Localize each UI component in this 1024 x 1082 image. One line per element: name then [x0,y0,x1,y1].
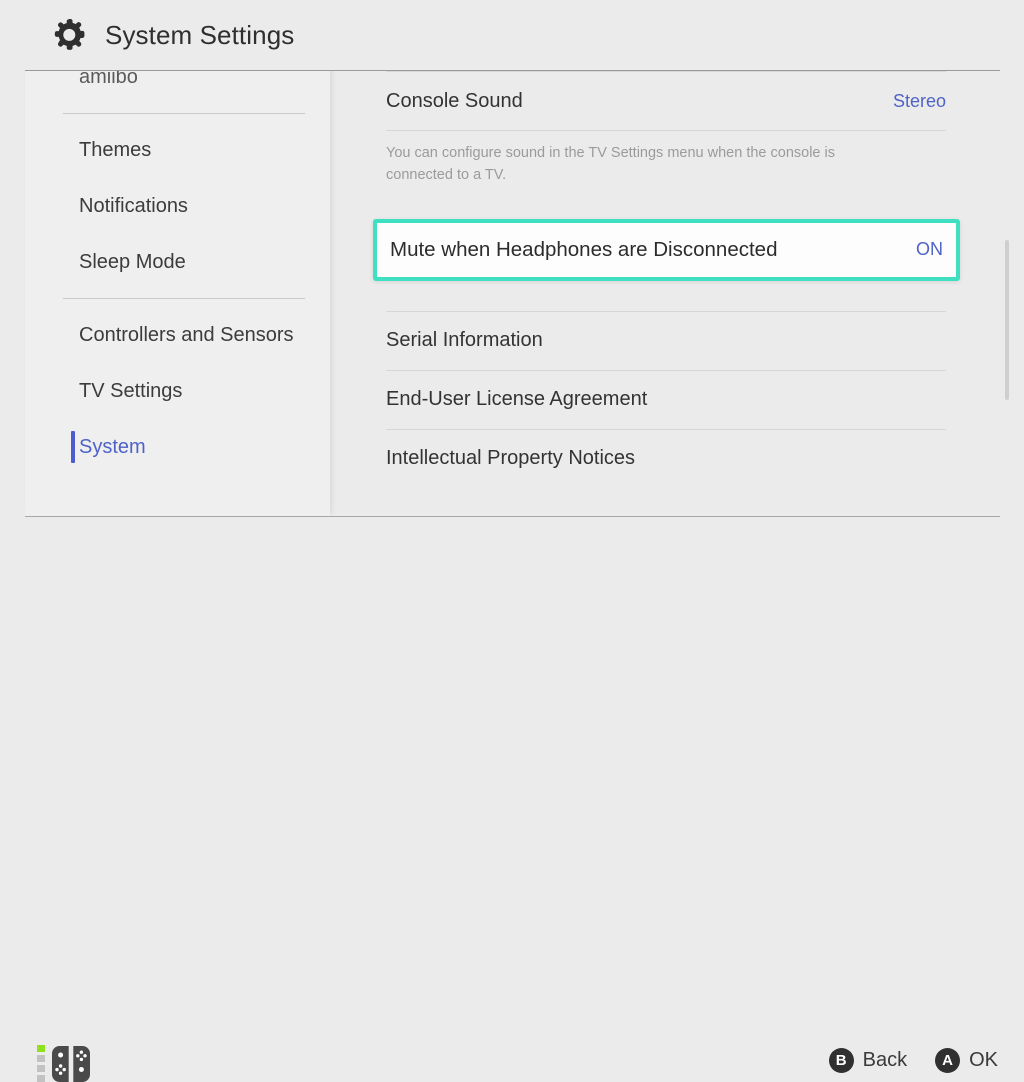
setting-value: ON [916,239,943,259]
sidebar: amiibo Themes Notifications Sleep Mode C… [25,71,330,516]
setting-value: Stereo [892,90,946,111]
footer-bar: B Back A OK [0,517,1024,1082]
sidebar-divider [63,113,305,114]
sidebar-item-notifications[interactable]: Notifications [25,178,330,234]
sidebar-item-label: TV Settings [79,379,183,402]
sidebar-item-label: Sleep Mode [79,250,186,273]
sidebar-selection-indicator [71,431,75,463]
setting-label: Mute when Headphones are Disconnected [390,237,778,261]
page-title: System Settings [105,19,295,50]
joycon-pair-icon [51,1045,91,1082]
back-button[interactable]: B Back [828,1048,908,1073]
sidebar-item-label: Themes [79,138,152,161]
battery-cell [37,1075,45,1082]
ok-button[interactable]: A OK [935,1048,998,1073]
sidebar-item-themes[interactable]: Themes [25,122,330,178]
b-button-icon: B [828,1048,854,1073]
settings-list: Console Sound Stereo You can configure s… [372,71,960,516]
sidebar-item-sleep-mode[interactable]: Sleep Mode [25,234,330,290]
setting-row-serial-information[interactable]: Serial Information [372,312,960,370]
battery-cell [37,1065,45,1072]
sidebar-item-label: Notifications [79,194,188,217]
battery-cell [37,1045,45,1052]
header-title-group: System Settings [50,16,294,54]
setting-label: Intellectual Property Notices [386,447,636,469]
battery-cell [37,1055,45,1062]
sidebar-item-system[interactable]: System [25,419,330,475]
gear-icon [50,16,88,54]
setting-label: Serial Information [386,329,543,351]
sidebar-item-label: System [79,435,146,458]
setting-description: You can configure sound in the TV Settin… [386,145,835,183]
setting-label: Console Sound [386,89,523,112]
sidebar-item-label: Controllers and Sensors [79,323,294,346]
setting-row-console-sound[interactable]: Console Sound Stereo [372,72,960,130]
a-button-icon: A [935,1048,961,1073]
app-header: System Settings [0,0,1024,71]
scrollbar-thumb[interactable] [1005,240,1009,400]
setting-row-end-user-license-agreement[interactable]: End-User License Agreement [372,371,960,429]
ok-button-label: OK [969,1049,998,1071]
sidebar-item-amiibo[interactable]: amiibo [25,71,330,105]
sidebar-item-controllers-and-sensors[interactable]: Controllers and Sensors [25,307,330,363]
battery-level-icon [37,1045,45,1082]
content-region: amiibo Themes Notifications Sleep Mode C… [0,71,1024,516]
sidebar-divider [63,298,305,299]
setting-row-mute-when-headphones-disconnected[interactable]: Mute when Headphones are Disconnected ON [373,218,960,281]
controller-status[interactable] [37,1045,91,1082]
setting-label: End-User License Agreement [386,388,648,410]
sidebar-item-label: amiibo [79,71,138,88]
back-button-label: Back [862,1049,908,1071]
footer-buttons: B Back A OK [828,1048,998,1073]
setting-row-intellectual-property-notices[interactable]: Intellectual Property Notices [372,430,960,488]
sidebar-item-tv-settings[interactable]: TV Settings [25,363,330,419]
